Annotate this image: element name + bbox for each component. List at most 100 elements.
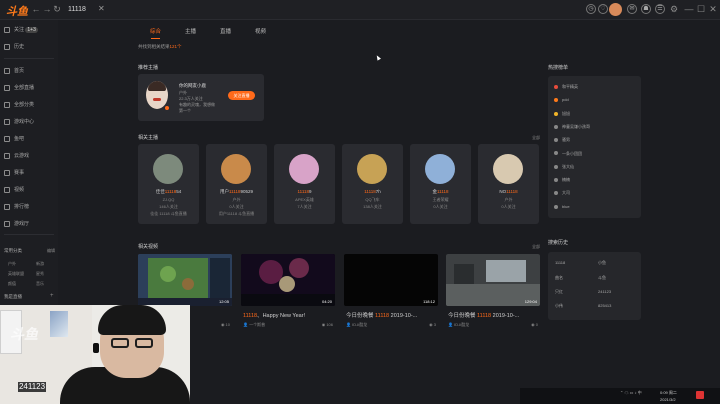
close-window-icon[interactable]: ✕ [707, 3, 719, 15]
maximize-icon[interactable]: ☐ [695, 3, 707, 15]
edit-link[interactable]: 编辑 [47, 248, 55, 254]
featured-name[interactable]: 你的网友小鹿 [179, 83, 206, 89]
category-chip[interactable]: 星秀 [36, 271, 44, 277]
history-entry[interactable]: 斗鱼 [598, 275, 606, 281]
follow-button[interactable]: 关注直播 [228, 91, 255, 100]
hot-search-item[interactable]: 旭旭 [554, 111, 570, 117]
tshirt-icon[interactable]: ☗ [641, 4, 651, 14]
hot-search-item[interactable]: 楠楠 [554, 177, 570, 183]
anchor-avatar[interactable] [425, 154, 455, 184]
hot-search-item[interactable]: 大司 [554, 190, 570, 196]
hot-search-item[interactable]: 神童吴谦小孩哥 [554, 124, 590, 130]
anchor-avatar[interactable] [153, 154, 183, 184]
anchor-card[interactable]: 金11118 王者荣耀 0人关注 [410, 144, 471, 224]
sidebar-item-label: 排行榜 [14, 204, 30, 210]
tab-live[interactable]: 直播 [220, 27, 231, 37]
sidebar-item-live[interactable]: 全部直播 [4, 83, 34, 93]
hot-search-item[interactable]: 骚男 [554, 137, 570, 143]
history-entry[interactable]: 只红 [555, 289, 563, 295]
anchor-name[interactable]: 金11118 [410, 189, 471, 195]
tray-icons[interactable]: ⌃ ☁ ▭ ♪ 中 [620, 390, 642, 396]
rank-dot-icon [554, 124, 558, 129]
minimize-icon[interactable]: — [683, 3, 695, 15]
featured-anchor-card[interactable]: 你的网友小鹿 户外 22.3万人关注 有趣的灵魂，我想做 第一个 关注直播 [138, 74, 264, 121]
add-button[interactable]: + [50, 293, 54, 299]
video-thumbnail[interactable]: 129:04 [446, 254, 540, 306]
settings-gear-icon[interactable]: ⚙ [668, 3, 680, 15]
category-chip[interactable]: 英雄联盟 [8, 271, 24, 277]
tab-videos[interactable]: 视频 [255, 27, 266, 37]
hot-search-item[interactable]: blue [554, 204, 570, 209]
sidebar-item-trophy[interactable]: 赛事 [4, 168, 24, 178]
sidebar-item-fish[interactable]: 鱼吧 [4, 134, 24, 144]
category-chip[interactable]: 音乐 [36, 281, 44, 287]
video-card[interactable]: 04:20 11118、Happy New Year! 👤 一个斯普 ◉ 106 [241, 254, 335, 334]
notification-icon[interactable] [696, 391, 704, 399]
anchors-more-link[interactable]: 全部 [532, 135, 540, 141]
hot-search-item[interactable]: 张大仙 [554, 164, 574, 170]
history-entry[interactable]: 小鱼 [598, 260, 606, 266]
hot-search-label: 神童吴谦小孩哥 [562, 123, 590, 129]
history-clock-icon[interactable]: ◷ [586, 4, 596, 14]
video-duration: 12:05 [218, 299, 229, 304]
category-chip[interactable]: 新游 [36, 261, 44, 267]
user-avatar[interactable] [609, 3, 622, 16]
sidebar-item-cloud[interactable]: 云游戏 [4, 151, 29, 161]
sidebar-item-gamepad[interactable]: 游戏中心 [4, 117, 34, 127]
hot-search-item[interactable]: 和平精英 [554, 84, 578, 90]
refresh-icon[interactable]: ↻ [51, 3, 63, 15]
history-entry[interactable]: 曲名 [555, 275, 563, 281]
clear-search-icon[interactable]: ✕ [98, 4, 105, 13]
anchor-avatar[interactable] [493, 154, 523, 184]
video-title[interactable]: 今日份晚餐 11118 2019-10-... [346, 311, 438, 319]
name-part: 90529 [240, 189, 254, 194]
tray-time[interactable]: 0:09 周二 [660, 390, 677, 396]
anchor-card[interactable]: 用户1111890529 户外 0人关注 用户11118 斗鱼直播 [206, 144, 267, 224]
anchor-avatar[interactable] [357, 154, 387, 184]
anchor-card[interactable]: NO11118 户外 0人关注 [478, 144, 539, 224]
sidebar-item-video[interactable]: 视频 [4, 185, 24, 195]
history-entry[interactable]: 11118 [555, 260, 565, 265]
anchor-name[interactable]: 111189 [274, 189, 335, 194]
video-card[interactable]: 129:04 今日份晚餐 11118 2019-10-... 👤 ID-li酷龙… [446, 254, 540, 334]
video-thumbnail[interactable]: 118:12 [344, 254, 438, 306]
category-chip[interactable]: 户外 [8, 261, 16, 267]
sidebar-item-home[interactable]: 首页 [4, 66, 24, 76]
message-icon[interactable]: ✉ [627, 4, 637, 14]
history-entry[interactable]: 241123 [598, 289, 611, 294]
video-title[interactable]: 今日份晚餐 11118 2019-10-... [448, 311, 540, 319]
cloud-icon [4, 152, 10, 159]
history-entry[interactable]: 825413 [598, 303, 611, 308]
video-thumbnail[interactable]: 04:20 [241, 254, 335, 306]
tab-anchors[interactable]: 主播 [185, 27, 196, 37]
category-chip[interactable]: 颜值 [8, 281, 16, 287]
hot-search-item[interactable]: 一条小团团 [554, 151, 582, 157]
task-icon[interactable]: ☰ [655, 4, 665, 14]
anchor-name[interactable]: NO11118 [478, 189, 539, 194]
favorite-heart-icon[interactable]: ♡ [598, 4, 608, 14]
history-entry[interactable]: 小伟 [555, 303, 563, 309]
anchor-name[interactable]: 用户1111890529 [206, 189, 267, 195]
section-title-history: 搜索历史 [548, 240, 569, 246]
video-title[interactable]: 11118、Happy New Year! [243, 311, 335, 319]
tray-date[interactable]: 2021/3/2 [660, 397, 676, 402]
anchor-name[interactable]: 佳佳1111854 [138, 189, 199, 195]
anchor-card[interactable]: 111189 APEX英雄 7人关注 [274, 144, 335, 224]
anchor-name[interactable]: 111187h [342, 189, 403, 194]
video-card[interactable]: 118:12 今日份晚餐 11118 2019-10-... 👤 ID-li酷龙… [344, 254, 438, 334]
view-count-value: 10 [225, 322, 230, 327]
sidebar-item-category[interactable]: 全部分类 [4, 100, 34, 110]
sidebar-item-history[interactable]: 历史 [4, 42, 24, 52]
video-thumbnail[interactable]: 12:05 [138, 254, 232, 306]
hot-search-item[interactable]: pdd [554, 97, 569, 102]
search-input[interactable]: 11118 [68, 4, 118, 15]
anchor-avatar[interactable] [221, 154, 251, 184]
anchor-avatar[interactable] [289, 154, 319, 184]
sidebar-item-rank[interactable]: 排行榜 [4, 202, 29, 212]
sidebar-item-follow[interactable]: 关注 1+3 [4, 25, 38, 35]
sidebar-item-arcade[interactable]: 游戏厅 [4, 219, 29, 229]
videos-more-link[interactable]: 全部 [532, 244, 540, 250]
tab-all[interactable]: 综合 [150, 27, 161, 39]
anchor-card[interactable]: 111187h QQ飞车 138人关注 [342, 144, 403, 224]
anchor-card[interactable]: 佳佳1111854 ZJ.QQ 146人关注 佳佳 11118 斗鱼直播 [138, 144, 199, 224]
